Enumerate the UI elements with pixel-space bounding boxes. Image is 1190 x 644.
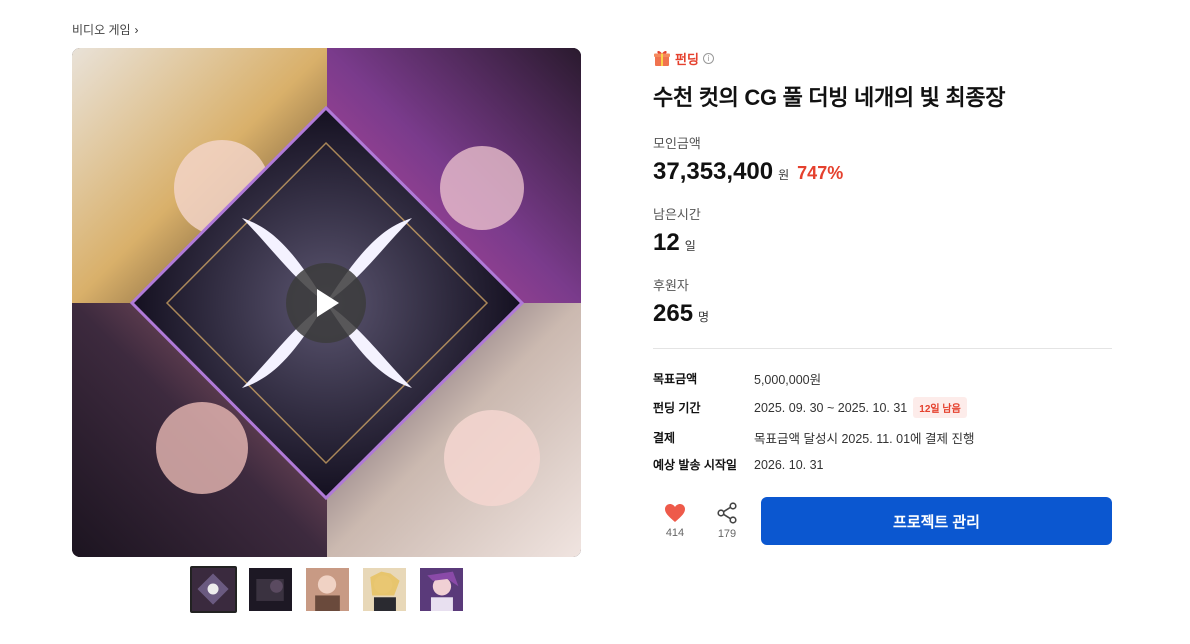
thumbnail[interactable]: [247, 566, 294, 613]
detail-key: 목표금액: [653, 372, 698, 386]
share-button[interactable]: 179: [705, 502, 749, 540]
like-button[interactable]: 414: [653, 503, 697, 539]
breadcrumb[interactable]: 비디오 게임 ›: [72, 21, 139, 38]
breadcrumb-label: 비디오 게임: [72, 23, 131, 37]
share-count: 179: [717, 528, 737, 540]
detail-value: 목표금액 달성시 2025. 11. 01에 결제 진행: [754, 432, 975, 446]
remaining-unit: 일: [684, 239, 696, 253]
play-icon: [317, 289, 339, 317]
detail-key: 예상 발송 시작일: [653, 458, 737, 472]
detail-row: 결제 목표금액 달성시 2025. 11. 01에 결제 진행: [653, 428, 974, 447]
raised-stat: 모인금액 37,353,400 원 747%: [653, 133, 843, 186]
days-left-badge: 12일 남음: [913, 397, 967, 418]
raised-label: 모인금액: [653, 136, 701, 151]
backers-value: 265: [653, 300, 694, 327]
detail-row: 목표금액 5,000,000원: [653, 369, 821, 388]
thumbnail-strip: [190, 566, 465, 613]
backers-stat: 후원자 265 명: [653, 275, 709, 328]
divider: [653, 348, 1112, 349]
remaining-stat: 남은시간 12 일: [653, 204, 701, 257]
chevron-right-icon: ›: [134, 22, 139, 37]
thumbnail[interactable]: [304, 566, 351, 613]
backers-label: 후원자: [653, 278, 689, 293]
project-title: 수천 컷의 CG 풀 더빙 네개의 빛 최종장: [653, 85, 1006, 110]
project-info-panel: 펀딩 i 수천 컷의 CG 풀 더빙 네개의 빛 최종장 모인금액 37,353…: [653, 48, 1112, 545]
backers-unit: 명: [698, 310, 710, 324]
play-button[interactable]: [286, 263, 366, 343]
remaining-value: 12: [653, 229, 680, 256]
raised-percent: 747%: [797, 163, 844, 183]
thumbnail[interactable]: [418, 566, 465, 613]
detail-key: 펀딩 기간: [653, 401, 701, 415]
detail-row: 예상 발송 시작일 2026. 10. 31: [653, 456, 824, 473]
gift-icon: [654, 51, 670, 66]
raised-unit: 원: [778, 168, 790, 182]
remaining-label: 남은시간: [653, 207, 701, 222]
thumbnail[interactable]: [361, 566, 408, 613]
detail-value: 5,000,000원: [754, 373, 822, 387]
detail-value: 2026. 10. 31: [754, 457, 824, 472]
heart-icon: [665, 504, 685, 522]
hero-media[interactable]: [72, 48, 581, 557]
detail-key: 결제: [653, 431, 676, 445]
funding-badge: 펀딩 i: [653, 48, 1112, 68]
manage-project-button[interactable]: 프로젝트 관리: [761, 497, 1112, 545]
action-bar: 414 179 프로젝트 관리: [653, 497, 1112, 545]
raised-amount: 37,353,400: [653, 158, 774, 185]
thumbnail[interactable]: [190, 566, 237, 613]
share-icon: [717, 502, 737, 524]
like-count: 414: [665, 527, 685, 539]
detail-value: 2025. 09. 30 ~ 2025. 10. 31: [754, 400, 908, 415]
badge-label: 펀딩: [675, 51, 699, 67]
detail-row: 펀딩 기간 2025. 09. 30 ~ 2025. 10. 31 12일 남음: [653, 397, 967, 418]
info-icon[interactable]: i: [702, 52, 714, 64]
